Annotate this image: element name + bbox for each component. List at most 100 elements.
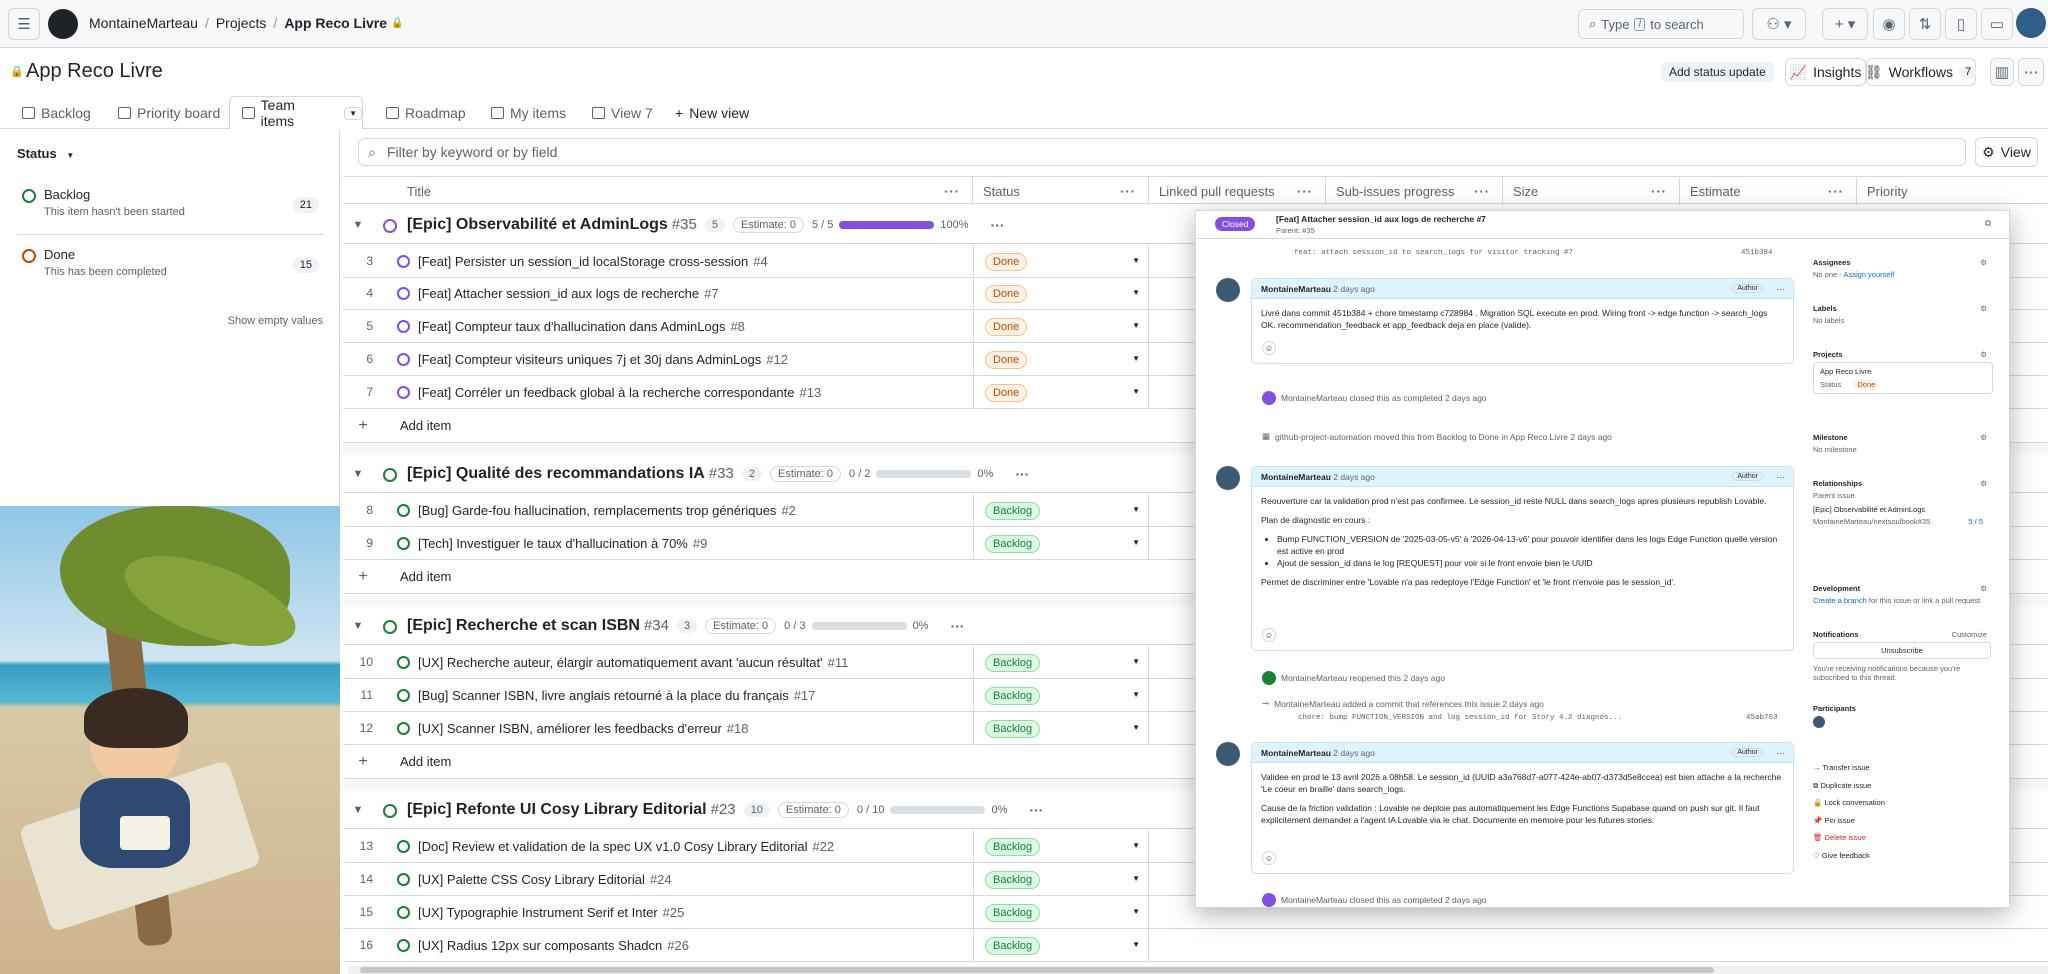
status-cell[interactable]: Backlog ▼ bbox=[973, 712, 1149, 745]
tab-view-7[interactable]: View 7 bbox=[592, 96, 653, 129]
column-menu-icon[interactable]: ··· bbox=[1651, 184, 1667, 199]
assignees-section[interactable]: Assignees No one - Assign yourself ⚙ bbox=[1813, 258, 2003, 279]
breadcrumb-projects[interactable]: Projects bbox=[216, 15, 267, 31]
status-cell[interactable]: Done ▼ bbox=[973, 310, 1149, 343]
commit-sha[interactable]: 451b384 bbox=[1741, 249, 1773, 257]
chevron-down-icon[interactable]: ▼ bbox=[1132, 907, 1140, 916]
transfer-issue-action[interactable]: → Transfer issue bbox=[1813, 759, 2003, 777]
add-reaction-icon[interactable]: ☺ bbox=[1262, 628, 1276, 642]
pull-requests-icon[interactable]: ⇅ bbox=[1909, 8, 1941, 40]
status-cell[interactable]: Backlog ▼ bbox=[973, 527, 1149, 560]
group-menu-icon[interactable]: ··· bbox=[950, 618, 964, 634]
chevron-down-icon[interactable]: ▼ bbox=[1132, 505, 1140, 514]
chevron-down-icon[interactable]: ▼ bbox=[343, 219, 373, 231]
global-search[interactable]: ⌕ Type / to search bbox=[1578, 9, 1744, 39]
group-menu-icon[interactable]: ··· bbox=[1029, 802, 1043, 818]
tab-roadmap[interactable]: Roadmap bbox=[386, 96, 466, 129]
breadcrumb-owner[interactable]: MontaineMarteau bbox=[89, 15, 198, 31]
menu-icon[interactable]: ☰ bbox=[8, 8, 40, 40]
chevron-down-icon[interactable]: ▼ bbox=[1132, 657, 1140, 666]
status-cell[interactable]: Backlog ▼ bbox=[973, 679, 1149, 712]
status-cell[interactable]: Backlog ▼ bbox=[973, 929, 1149, 962]
give-feedback-action[interactable]: ♡ Give feedback bbox=[1813, 847, 2003, 865]
chevron-down-icon[interactable]: ▼ bbox=[1132, 690, 1140, 699]
group-backlog[interactable]: Backlog This item hasn't been started bbox=[22, 187, 185, 218]
status-cell[interactable]: Done ▼ bbox=[973, 343, 1149, 376]
scrollbar-thumb[interactable] bbox=[360, 967, 1714, 973]
status-cell[interactable]: Backlog ▼ bbox=[973, 494, 1149, 527]
chevron-down-icon[interactable]: ▼ bbox=[1132, 723, 1140, 732]
column-title[interactable]: Title ··· bbox=[343, 177, 973, 205]
gear-icon[interactable]: ⚙ bbox=[1980, 479, 1987, 488]
group-menu-icon[interactable]: ··· bbox=[991, 217, 1005, 233]
column-menu-icon[interactable]: ··· bbox=[1120, 184, 1136, 199]
tab-team-items[interactable]: Team items ▼ bbox=[229, 96, 363, 130]
tab-priority-board[interactable]: Priority board bbox=[118, 96, 220, 129]
chevron-down-icon[interactable]: ▼ bbox=[1132, 321, 1140, 330]
chevron-down-icon[interactable]: ▼ bbox=[1132, 538, 1140, 547]
view-options-button[interactable]: ⚙ View bbox=[1975, 137, 2038, 167]
inbox-icon[interactable]: ▭ bbox=[1981, 8, 2013, 40]
pin-issue-action[interactable]: 📌 Pin issue bbox=[1813, 812, 2003, 830]
unsubscribe-button[interactable]: Unsubscribe bbox=[1813, 642, 1991, 659]
add-reaction-icon[interactable]: ☺ bbox=[1262, 341, 1276, 355]
status-cell[interactable]: Backlog ▼ bbox=[973, 863, 1149, 896]
group-menu-icon[interactable]: ··· bbox=[1015, 466, 1029, 482]
chevron-down-icon[interactable]: ▼ bbox=[1132, 841, 1140, 850]
chevron-down-icon[interactable]: ▼ bbox=[1132, 940, 1140, 949]
chevron-down-icon[interactable]: ▼ bbox=[344, 106, 362, 120]
gear-icon[interactable]: ⚙ bbox=[1980, 304, 1987, 313]
github-logo-icon[interactable] bbox=[48, 9, 78, 39]
labels-section[interactable]: Labels No labels ⚙ bbox=[1813, 304, 2003, 325]
status-cell[interactable]: Backlog ▼ bbox=[973, 646, 1149, 679]
chevron-down-icon[interactable]: ▼ bbox=[1132, 874, 1140, 883]
commit-sha[interactable]: 45ab763 bbox=[1746, 714, 1778, 722]
status-cell[interactable]: Done ▼ bbox=[973, 277, 1149, 310]
table-row[interactable]: 16 [UX] Radius 12px sur composants Shadc… bbox=[343, 929, 2048, 962]
column-size[interactable]: Size ··· bbox=[1503, 177, 1680, 205]
column-sub-issues[interactable]: Sub-issues progress ··· bbox=[1326, 177, 1503, 205]
column-linked-prs[interactable]: Linked pull requests ··· bbox=[1149, 177, 1326, 205]
issues-icon[interactable]: ◉ bbox=[1873, 8, 1905, 40]
parent-link[interactable]: Parent: #35 bbox=[1276, 226, 1315, 235]
column-menu-icon[interactable]: ··· bbox=[1474, 184, 1490, 199]
chevron-down-icon[interactable]: ▼ bbox=[1132, 288, 1140, 297]
avatar[interactable] bbox=[2016, 8, 2046, 38]
column-menu-icon[interactable]: ··· bbox=[1828, 184, 1844, 199]
lock-conversation-action[interactable]: 🔒 Lock conversation bbox=[1813, 794, 2003, 812]
chevron-down-icon[interactable]: ▼ bbox=[343, 804, 373, 816]
development-section[interactable]: Development Create a branch for this issu… bbox=[1813, 584, 2003, 605]
comment-menu-icon[interactable]: ··· bbox=[1777, 284, 1786, 294]
column-status[interactable]: Status ··· bbox=[973, 177, 1149, 205]
chevron-down-icon[interactable]: ▼ bbox=[1132, 354, 1140, 363]
group-done[interactable]: Done This has been completed bbox=[22, 247, 167, 278]
chevron-down-icon[interactable]: ▼ bbox=[343, 620, 373, 632]
copy-icon[interactable]: ⧉ bbox=[1985, 218, 1991, 229]
relationships-section[interactable]: Relationships Parent issue [Epic] Observa… bbox=[1813, 479, 2003, 526]
add-status-update-button[interactable]: Add status update bbox=[1661, 62, 1774, 82]
repositories-icon[interactable]: ▯ bbox=[1945, 8, 1977, 40]
insights-button[interactable]: 📈 Insights bbox=[1785, 58, 1866, 86]
avatar[interactable] bbox=[1813, 716, 1825, 728]
workflows-button[interactable]: ⛓ Workflows 7 bbox=[1865, 58, 1978, 86]
copilot-icon[interactable]: ⚇ ▾ bbox=[1752, 8, 1806, 40]
chevron-down-icon[interactable]: ▼ bbox=[1132, 387, 1140, 396]
sidebar-toggle-icon[interactable]: ▥ bbox=[1990, 58, 2014, 86]
more-options-icon[interactable]: ⋯ bbox=[2018, 58, 2044, 86]
gear-icon[interactable]: ⚙ bbox=[1980, 433, 1987, 442]
milestone-section[interactable]: Milestone No milestone ⚙ bbox=[1813, 433, 2003, 454]
duplicate-issue-action[interactable]: ⧉ Duplicate issue bbox=[1813, 777, 2003, 795]
breadcrumb-project[interactable]: App Reco Livre bbox=[284, 15, 387, 31]
column-menu-icon[interactable]: ··· bbox=[944, 184, 960, 199]
tab-backlog[interactable]: Backlog bbox=[22, 96, 91, 129]
column-estimate[interactable]: Estimate ··· bbox=[1680, 177, 1857, 205]
create-new-icon[interactable]: + ▾ bbox=[1822, 8, 1868, 40]
status-cell[interactable]: Backlog ▼ bbox=[973, 896, 1149, 929]
column-menu-icon[interactable]: ··· bbox=[1297, 184, 1313, 199]
status-cell[interactable]: Done ▼ bbox=[973, 376, 1149, 409]
add-reaction-icon[interactable]: ☺ bbox=[1262, 851, 1276, 865]
gear-icon[interactable]: ⚙ bbox=[1980, 350, 1987, 359]
delete-issue-action[interactable]: 🗑 Delete issue bbox=[1813, 829, 2003, 847]
gear-icon[interactable]: ⚙ bbox=[1980, 258, 1987, 267]
comment-menu-icon[interactable]: ··· bbox=[1777, 748, 1786, 758]
